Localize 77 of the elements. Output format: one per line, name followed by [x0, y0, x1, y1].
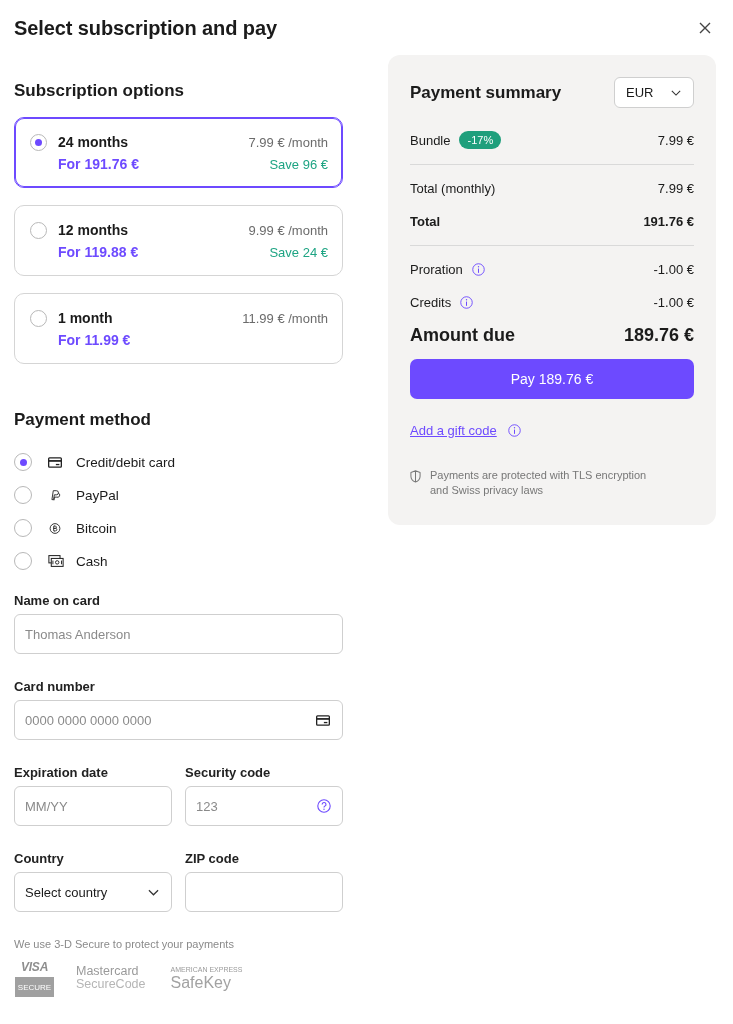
summary-label: Total [410, 213, 441, 229]
summary-label: Proration [410, 261, 463, 277]
payment-method-label[interactable]: Bitcoin [76, 520, 117, 536]
saving-text: Save 96 € [269, 156, 328, 172]
input-field[interactable]: 123 [185, 786, 343, 826]
discount-badge: -17% [459, 131, 502, 149]
input-field[interactable] [185, 872, 343, 912]
radio-button[interactable] [30, 221, 47, 239]
field-label: Name on card [14, 593, 101, 609]
radio-button[interactable] [14, 453, 32, 471]
radio-button[interactable] [14, 552, 32, 570]
input-field[interactable]: MM/YY [14, 786, 172, 826]
plan-duration: 24 months [58, 134, 128, 150]
currency-select[interactable]: EUR [614, 77, 694, 108]
summary-label: Total (monthly) [410, 180, 496, 196]
field-label: Expiration date [14, 765, 109, 781]
radio-button[interactable] [30, 133, 47, 151]
plan-price: For 191.76 € [58, 156, 139, 172]
payment-method-label[interactable]: Cash [76, 553, 108, 569]
plan-price: For 119.88 € [58, 244, 139, 260]
info-icon[interactable] [507, 423, 521, 437]
section-heading: Subscription options [14, 80, 185, 102]
plan-price: For 11.99 € [58, 332, 131, 348]
amount-due-label: Amount due [410, 324, 515, 346]
help-icon[interactable] [317, 799, 331, 813]
field-label: ZIP code [185, 851, 240, 867]
input-field[interactable]: Thomas Anderson [14, 614, 343, 654]
section-heading: Payment method [14, 409, 152, 431]
logo-wordmark: Mastercard [76, 965, 139, 978]
monthly-price: 11.99 € /month [242, 310, 328, 326]
payment-method-label[interactable]: PayPal [76, 487, 119, 503]
monthly-price: 9.99 € /month [248, 222, 328, 238]
saving-text: Save 24 € [269, 244, 328, 260]
bitcoin-icon [48, 522, 62, 534]
plan-duration: 12 months [58, 222, 128, 238]
subscription-option[interactable]: 12 months 9.99 € /month For 119.88 € Save 24 € [14, 205, 343, 276]
gift-code-link[interactable]: Add a gift code [410, 422, 497, 438]
protection-note: Payments are protected with TLS encryption and Swiss privacy laws [430, 468, 648, 498]
payment-method-label[interactable]: Credit/debit card [76, 454, 176, 470]
logo-wordmark: VISA [20, 960, 49, 974]
summary-label: Bundle [410, 132, 451, 148]
chevron-down-icon [148, 888, 159, 896]
panel-heading: Payment summary [410, 81, 562, 104]
shield-icon [410, 470, 421, 483]
pay-button[interactable]: Pay 189.76 € [410, 359, 694, 399]
field-label: Country [14, 851, 65, 867]
summary-amount: -1.00 € [653, 261, 694, 277]
logo-wordmark: SafeKey [170, 974, 231, 991]
chevron-down-icon [671, 89, 681, 96]
info-icon[interactable] [460, 295, 474, 309]
secure-note: We use 3-D Secure to protect your payments [14, 938, 235, 951]
banknotes-icon [48, 555, 64, 567]
radio-button[interactable] [14, 486, 32, 504]
credit-card-icon [316, 714, 330, 726]
radio-button[interactable] [14, 519, 32, 537]
monthly-price: 7.99 € /month [248, 134, 328, 150]
subscription-option[interactable]: 1 month 11.99 € /month For 11.99 € [14, 293, 343, 364]
dialog-title: Select subscription and pay [14, 16, 277, 41]
country-select[interactable]: Select country [14, 872, 172, 912]
summary-amount: 7.99 € [657, 180, 694, 196]
subscription-option[interactable]: 24 months 7.99 € /month For 191.76 € Save 96 € [14, 117, 343, 188]
p-logo-icon [48, 489, 62, 501]
summary-amount: -1.00 € [653, 294, 694, 310]
summary-amount: 7.99 € [657, 132, 694, 148]
summary-amount: 191.76 € [643, 213, 694, 229]
radio-button[interactable] [30, 309, 47, 327]
input-field[interactable]: 0000 0000 0000 0000 [14, 700, 343, 740]
field-label: Card number [14, 679, 96, 695]
field-label: Security code [185, 765, 272, 781]
amount-due-value: 189.76 € [623, 324, 694, 346]
plan-duration: 1 month [58, 310, 113, 326]
logo-tile: SECURE [15, 977, 54, 997]
close-icon[interactable] [699, 22, 711, 34]
summary-label: Credits [410, 294, 452, 310]
logo-wordmark: SecureCode [76, 978, 146, 991]
credit-card-icon [48, 456, 62, 468]
info-icon[interactable] [471, 262, 485, 276]
